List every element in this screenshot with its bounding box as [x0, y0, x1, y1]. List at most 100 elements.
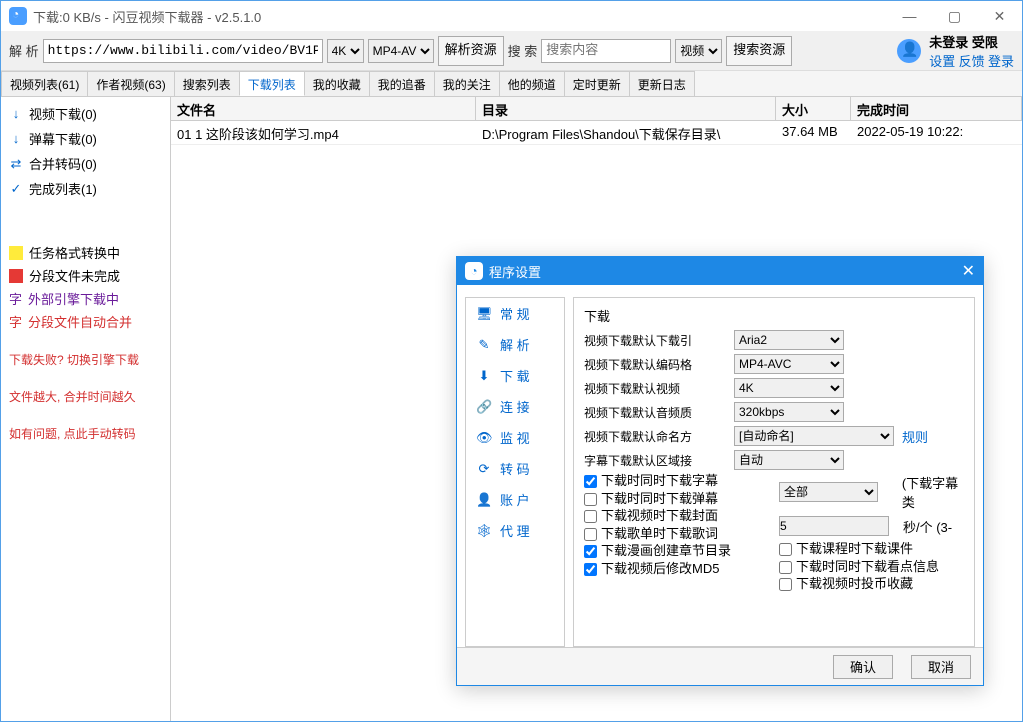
dialog-icon: ◔ [465, 262, 483, 280]
legend-item: 任务格式转换中 [5, 241, 166, 264]
checkbox-row[interactable]: 下载视频后修改MD5 [584, 561, 769, 577]
search-button[interactable]: 搜索资源 [726, 36, 792, 66]
close-button[interactable]: ✕ [977, 1, 1022, 31]
maximize-button[interactable]: ▢ [932, 1, 977, 31]
checkbox[interactable] [584, 510, 597, 523]
login-link[interactable]: 登录 [988, 54, 1014, 69]
nav-icon: 👁 [476, 430, 492, 446]
format-select[interactable]: MP4-AV [368, 39, 434, 63]
checkbox[interactable] [779, 561, 792, 574]
col-filename[interactable]: 文件名 [171, 97, 476, 120]
login-status: 未登录 受限 [929, 35, 998, 50]
main-tabs: 视频列表(61)作者视频(63)搜索列表下载列表我的收藏我的追番我的关注他的频道… [1, 71, 1022, 97]
window-title: 下载:0 KB/s - 闪豆视频下载器 - v2.5.1.0 [33, 7, 261, 26]
tab-4[interactable]: 我的收藏 [304, 71, 370, 96]
sidebar-item[interactable]: ✓完成列表(1) [5, 176, 166, 201]
sidebar-tip[interactable]: 文件越大, 合并时间越久 [5, 386, 166, 407]
legend-item: 字外部引擎下载中 [5, 287, 166, 310]
checkbox-row[interactable]: 下载时同时下载看点信息 [779, 559, 964, 575]
search-type-select[interactable]: 视频 [675, 39, 722, 63]
settings-dialog: ◔ 程序设置 ✕ 🖥常 规✎解 析⬇下 载🔗连 接👁监 视⟳转 码👤账 户🕸代 … [456, 256, 984, 686]
checkbox-row[interactable]: 下载课程时下载课件 [779, 541, 964, 557]
dialog-nav-item[interactable]: 👁监 视 [466, 422, 564, 453]
dialog-nav-item[interactable]: 🕸代 理 [466, 515, 564, 546]
dialog-nav-item[interactable]: ⬇下 载 [466, 360, 564, 391]
color-swatch [9, 269, 23, 283]
user-avatar-icon[interactable] [897, 39, 921, 63]
checkbox-row[interactable]: 下载视频时下载封面 [584, 508, 769, 524]
ok-button[interactable]: 确认 [833, 655, 893, 679]
audio-quality-select[interactable]: 320kbps [734, 402, 844, 422]
naming-select[interactable]: [自动命名] [734, 426, 894, 446]
dialog-nav-item[interactable]: 👤账 户 [466, 484, 564, 515]
nav-icon: ⟳ [476, 461, 492, 477]
tab-1[interactable]: 作者视频(63) [87, 71, 174, 96]
sidebar-tip[interactable]: 如有问题, 点此手动转码 [5, 423, 166, 444]
engine-select[interactable]: Aria2 [734, 330, 844, 350]
sidebar-tip[interactable]: 下载失败? 切换引擎下载 [5, 349, 166, 370]
cancel-button[interactable]: 取消 [911, 655, 971, 679]
table-row[interactable]: 01 1 这阶段该如何学习.mp4D:\Program Files\Shando… [171, 121, 1022, 145]
feedback-link[interactable]: 反馈 [959, 54, 985, 69]
region-select[interactable]: 自动 [734, 450, 844, 470]
sidebar-item[interactable]: ⇄合并转码(0) [5, 151, 166, 176]
checkbox-row[interactable]: 下载时同时下载弹幕 [584, 491, 769, 507]
dialog-close-icon[interactable]: ✕ [962, 261, 975, 281]
legend-item: 分段文件未完成 [5, 264, 166, 287]
dialog-nav-item[interactable]: ⟳转 码 [466, 453, 564, 484]
nav-icon: 🔗 [476, 399, 492, 415]
checkbox[interactable] [584, 475, 597, 488]
col-size[interactable]: 大小 [776, 97, 851, 120]
naming-rule-link[interactable]: 规则 [902, 427, 928, 446]
dialog-nav-item[interactable]: 🔗连 接 [466, 391, 564, 422]
codec-select[interactable]: MP4-AVC [734, 354, 844, 374]
checkbox-row[interactable]: 下载视频时投币收藏 [779, 576, 964, 592]
checkbox-row[interactable]: 下载歌单时下载歌词 [584, 526, 769, 542]
quality-select[interactable]: 4K [327, 39, 364, 63]
arrow-icon: ⇄ [9, 156, 23, 172]
checkbox[interactable] [779, 578, 792, 591]
subtitle-all-select[interactable]: 全部 [779, 482, 878, 502]
char-icon: 字 [9, 289, 22, 308]
tab-9[interactable]: 更新日志 [629, 71, 695, 96]
settings-link[interactable]: 设置 [929, 54, 955, 69]
titlebar: 下载:0 KB/s - 闪豆视频下载器 - v2.5.1.0 — ▢ ✕ [1, 1, 1022, 31]
section-title: 下载 [584, 306, 964, 325]
checkbox-row[interactable]: 下载漫画创建章节目录 [584, 543, 769, 559]
tab-0[interactable]: 视频列表(61) [1, 71, 88, 96]
arrow-icon: ↓ [9, 106, 23, 121]
tab-8[interactable]: 定时更新 [564, 71, 630, 96]
checkbox-row[interactable]: 下载时同时下载字幕 [584, 473, 769, 489]
checkbox[interactable] [584, 528, 597, 541]
nav-icon: ✎ [476, 337, 492, 353]
tab-7[interactable]: 他的频道 [499, 71, 565, 96]
char-icon: 字 [9, 312, 22, 331]
url-input[interactable] [43, 39, 323, 63]
search-label: 搜 索 [508, 41, 538, 60]
tab-2[interactable]: 搜索列表 [174, 71, 240, 96]
tab-5[interactable]: 我的追番 [369, 71, 435, 96]
col-directory[interactable]: 目录 [476, 97, 776, 120]
checkbox[interactable] [584, 545, 597, 558]
dialog-titlebar: ◔ 程序设置 ✕ [457, 257, 983, 285]
sidebar-item[interactable]: ↓视频下载(0) [5, 101, 166, 126]
app-icon [9, 7, 27, 25]
parse-button[interactable]: 解析资源 [438, 36, 504, 66]
dialog-nav-item[interactable]: ✎解 析 [466, 329, 564, 360]
color-swatch [9, 246, 23, 260]
search-input[interactable] [541, 39, 671, 63]
col-time[interactable]: 完成时间 [851, 97, 1022, 120]
video-quality-select[interactable]: 4K [734, 378, 844, 398]
sidebar-item[interactable]: ↓弹幕下载(0) [5, 126, 166, 151]
checkbox[interactable] [779, 543, 792, 556]
delay-input[interactable] [779, 516, 889, 536]
checkbox[interactable] [584, 563, 597, 576]
legend-item: 字分段文件自动合并 [5, 310, 166, 333]
tab-6[interactable]: 我的关注 [434, 71, 500, 96]
nav-icon: 🕸 [476, 523, 492, 539]
tab-3[interactable]: 下载列表 [239, 71, 305, 96]
window-controls: — ▢ ✕ [887, 1, 1022, 31]
checkbox[interactable] [584, 493, 597, 506]
minimize-button[interactable]: — [887, 1, 932, 31]
dialog-nav-item[interactable]: 🖥常 规 [466, 298, 564, 329]
